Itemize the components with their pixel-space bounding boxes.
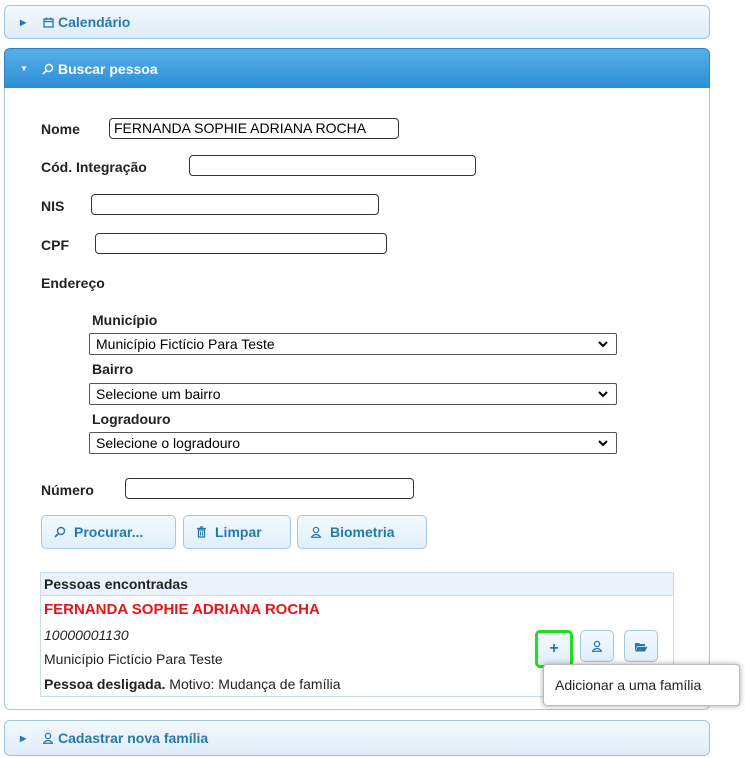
adicionar-familia-button[interactable]: + — [535, 630, 573, 668]
cadastrar-familia-header[interactable]: ▶ Cadastrar nova família — [4, 720, 710, 756]
nis-input[interactable] — [91, 194, 379, 215]
nis-label: NIS — [41, 198, 65, 214]
cadastrar-familia-label: Cadastrar nova família — [58, 730, 209, 746]
plus-icon: + — [549, 640, 559, 657]
triangle-down-icon: ▼ — [20, 64, 28, 73]
person-status-bold: Pessoa desligada. — [44, 676, 166, 692]
limpar-button[interactable]: Limpar — [183, 515, 291, 549]
calendario-label: Calendário — [58, 14, 131, 30]
bairro-select[interactable]: Selecione um bairro — [89, 383, 617, 405]
municipio-label: Município — [92, 312, 158, 328]
limpar-label: Limpar — [215, 524, 262, 540]
search-icon — [40, 63, 56, 75]
pessoas-encontradas-header: Pessoas encontradas — [41, 573, 673, 596]
person-name[interactable]: FERNANDA SOPHIE ADRIANA ROCHA — [44, 601, 320, 618]
procurar-button[interactable]: Procurar... — [41, 515, 176, 549]
cpf-label: CPF — [41, 237, 69, 253]
nome-label: Nome — [41, 121, 80, 137]
cpf-input[interactable] — [95, 233, 387, 254]
nome-input[interactable]: FERNANDA SOPHIE ADRIANA ROCHA — [109, 118, 399, 139]
bairro-label: Bairro — [92, 361, 134, 377]
person-icon — [40, 732, 56, 744]
chevron-down-icon — [598, 391, 608, 398]
logradouro-select[interactable]: Selecione o logradouro — [89, 432, 617, 454]
bairro-value: Selecione um bairro — [96, 386, 221, 402]
procurar-label: Procurar... — [74, 524, 144, 540]
person-status: Pessoa desligada. Motivo: Mudança de fam… — [44, 676, 341, 692]
chevron-down-icon — [598, 440, 608, 447]
municipio-select[interactable]: Município Fictício Para Teste — [89, 333, 617, 355]
person-status-reason: Motivo: Mudança de família — [169, 676, 341, 692]
numero-input[interactable] — [125, 478, 414, 499]
endereco-label: Endereço — [41, 275, 105, 291]
logradouro-value: Selecione o logradouro — [96, 435, 240, 451]
cod-integracao-label: Cód. Integração — [41, 159, 147, 175]
person-municipio: Município Fictício Para Teste — [44, 651, 223, 667]
buscar-pessoa-header[interactable]: ▼ Buscar pessoa — [4, 48, 710, 89]
cod-integracao-input[interactable] — [189, 155, 476, 176]
adicionar-familia-tooltip: Adicionar a uma família — [543, 664, 740, 706]
trash-icon — [197, 526, 206, 538]
chevron-down-icon — [598, 341, 608, 348]
buscar-pessoa-label: Buscar pessoa — [58, 60, 158, 77]
biometria-button[interactable]: Biometria — [297, 515, 427, 549]
logradouro-label: Logradouro — [92, 411, 171, 427]
pessoa-details-button[interactable] — [580, 630, 614, 662]
triangle-right-icon: ▶ — [20, 17, 27, 27]
numero-label: Número — [41, 482, 94, 498]
abrir-familia-button[interactable] — [624, 630, 658, 662]
calendario-header[interactable]: ▶ Calendário — [4, 5, 710, 39]
municipio-value: Município Fictício Para Teste — [96, 336, 275, 352]
person-code: 10000001130 — [44, 627, 129, 643]
calendar-icon — [40, 17, 56, 28]
folder-open-icon — [635, 642, 648, 651]
biometria-label: Biometria — [330, 524, 395, 540]
person-icon — [311, 526, 321, 538]
person-icon — [592, 640, 602, 652]
search-icon — [54, 526, 66, 538]
triangle-right-icon: ▶ — [20, 733, 27, 743]
